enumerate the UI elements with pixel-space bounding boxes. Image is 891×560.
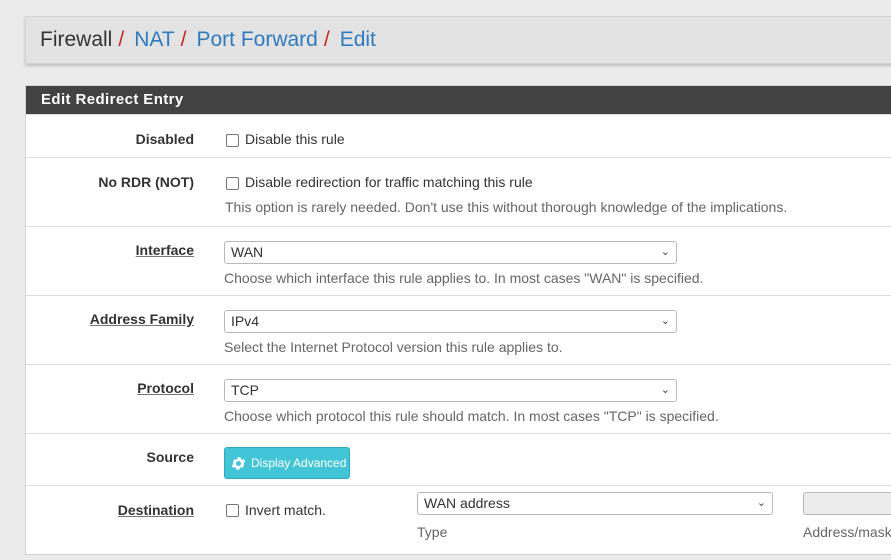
nordr-checkbox[interactable]: [226, 177, 239, 190]
chevron-down-icon: ⌄: [756, 497, 766, 509]
edit-redirect-panel: Edit Redirect Entry Disabled Disable thi…: [25, 85, 891, 555]
disable-rule-label[interactable]: Disable this rule: [245, 131, 345, 147]
protocol-label: Protocol: [137, 380, 194, 396]
breadcrumb-port-forward-link[interactable]: Port Forward: [196, 28, 317, 52]
address-family-help: Select the Internet Protocol version thi…: [224, 339, 563, 355]
destination-type-select[interactable]: WAN address ⌄: [417, 492, 773, 515]
row-nordr: No RDR (NOT) Disable redirection for tra…: [26, 157, 891, 226]
protocol-help: Choose which protocol this rule should m…: [224, 408, 719, 424]
row-source: Source Display Advanced: [26, 433, 891, 485]
nordr-label: No RDR (NOT): [98, 174, 194, 190]
row-disabled: Disabled Disable this rule: [26, 114, 891, 157]
row-interface: Interface WAN ⌄ Choose which interface t…: [26, 226, 891, 295]
invert-match-checkbox[interactable]: [226, 504, 239, 517]
destination-address-caption: Address/mask: [803, 524, 891, 540]
breadcrumb-separator: /: [118, 28, 125, 51]
row-address-family: Address Family IPv4 ⌄ Select the Interne…: [26, 295, 891, 364]
disable-rule-checkbox[interactable]: [226, 134, 239, 147]
breadcrumb-separator: /: [180, 28, 187, 51]
row-destination: Destination Invert match. WAN address ⌄ …: [26, 485, 891, 560]
interface-label: Interface: [135, 242, 194, 258]
interface-help: Choose which interface this rule applies…: [224, 270, 704, 286]
display-advanced-label: Display Advanced: [251, 456, 347, 470]
breadcrumb-edit-link[interactable]: Edit: [340, 28, 376, 52]
interface-select[interactable]: WAN ⌄: [224, 241, 677, 264]
interface-select-value: WAN: [231, 244, 264, 260]
gear-icon: [231, 456, 246, 470]
protocol-select[interactable]: TCP ⌄: [224, 379, 677, 402]
protocol-select-value: TCP: [231, 382, 259, 398]
chevron-down-icon: ⌄: [660, 384, 670, 396]
address-family-select-value: IPv4: [231, 313, 260, 329]
invert-match-label[interactable]: Invert match.: [245, 502, 326, 518]
nordr-checkbox-label[interactable]: Disable redirection for traffic matching…: [245, 174, 533, 190]
breadcrumb-nat-link[interactable]: NAT: [134, 28, 174, 52]
source-label: Source: [146, 449, 194, 465]
breadcrumb-firewall: Firewall: [40, 28, 113, 51]
chevron-down-icon: ⌄: [660, 315, 670, 327]
nordr-help: This option is rarely needed. Don't use …: [225, 199, 788, 215]
address-family-select[interactable]: IPv4 ⌄: [224, 310, 677, 333]
address-family-label: Address Family: [89, 311, 194, 327]
destination-label: Destination: [117, 502, 194, 518]
breadcrumb-separator: /: [323, 28, 330, 51]
disabled-label: Disabled: [135, 131, 194, 147]
destination-address-input[interactable]: [803, 492, 891, 515]
row-protocol: Protocol TCP ⌄ Choose which protocol thi…: [26, 364, 891, 433]
destination-type-caption: Type: [417, 524, 448, 540]
panel-title: Edit Redirect Entry: [26, 86, 891, 114]
breadcrumb: Firewall / NAT / Port Forward / Edit: [25, 16, 891, 64]
destination-type-value: WAN address: [424, 495, 510, 511]
chevron-down-icon: ⌄: [660, 246, 670, 258]
display-advanced-button[interactable]: Display Advanced: [224, 447, 350, 479]
